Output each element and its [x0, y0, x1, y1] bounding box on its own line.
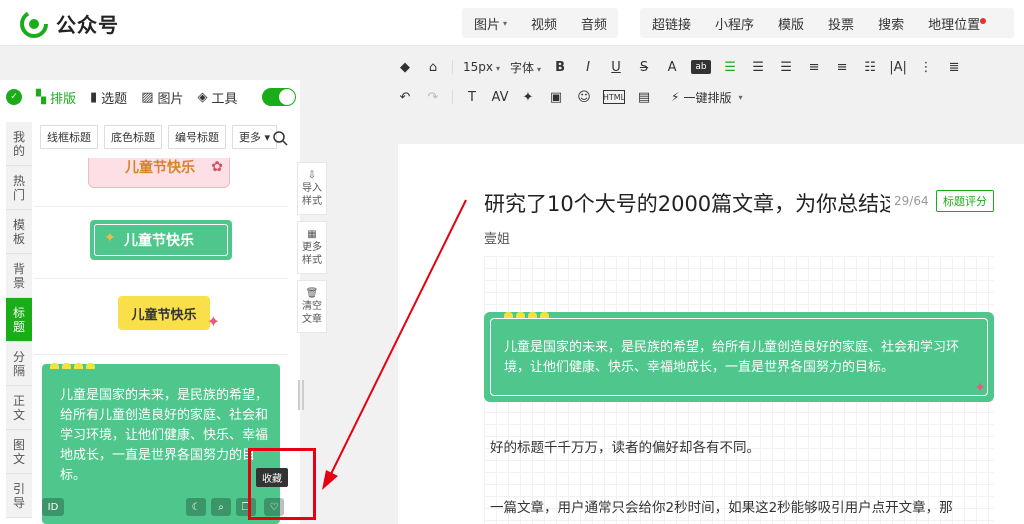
- annotation-arrow: [322, 199, 467, 490]
- favorite-tooltip: 收藏: [256, 468, 288, 487]
